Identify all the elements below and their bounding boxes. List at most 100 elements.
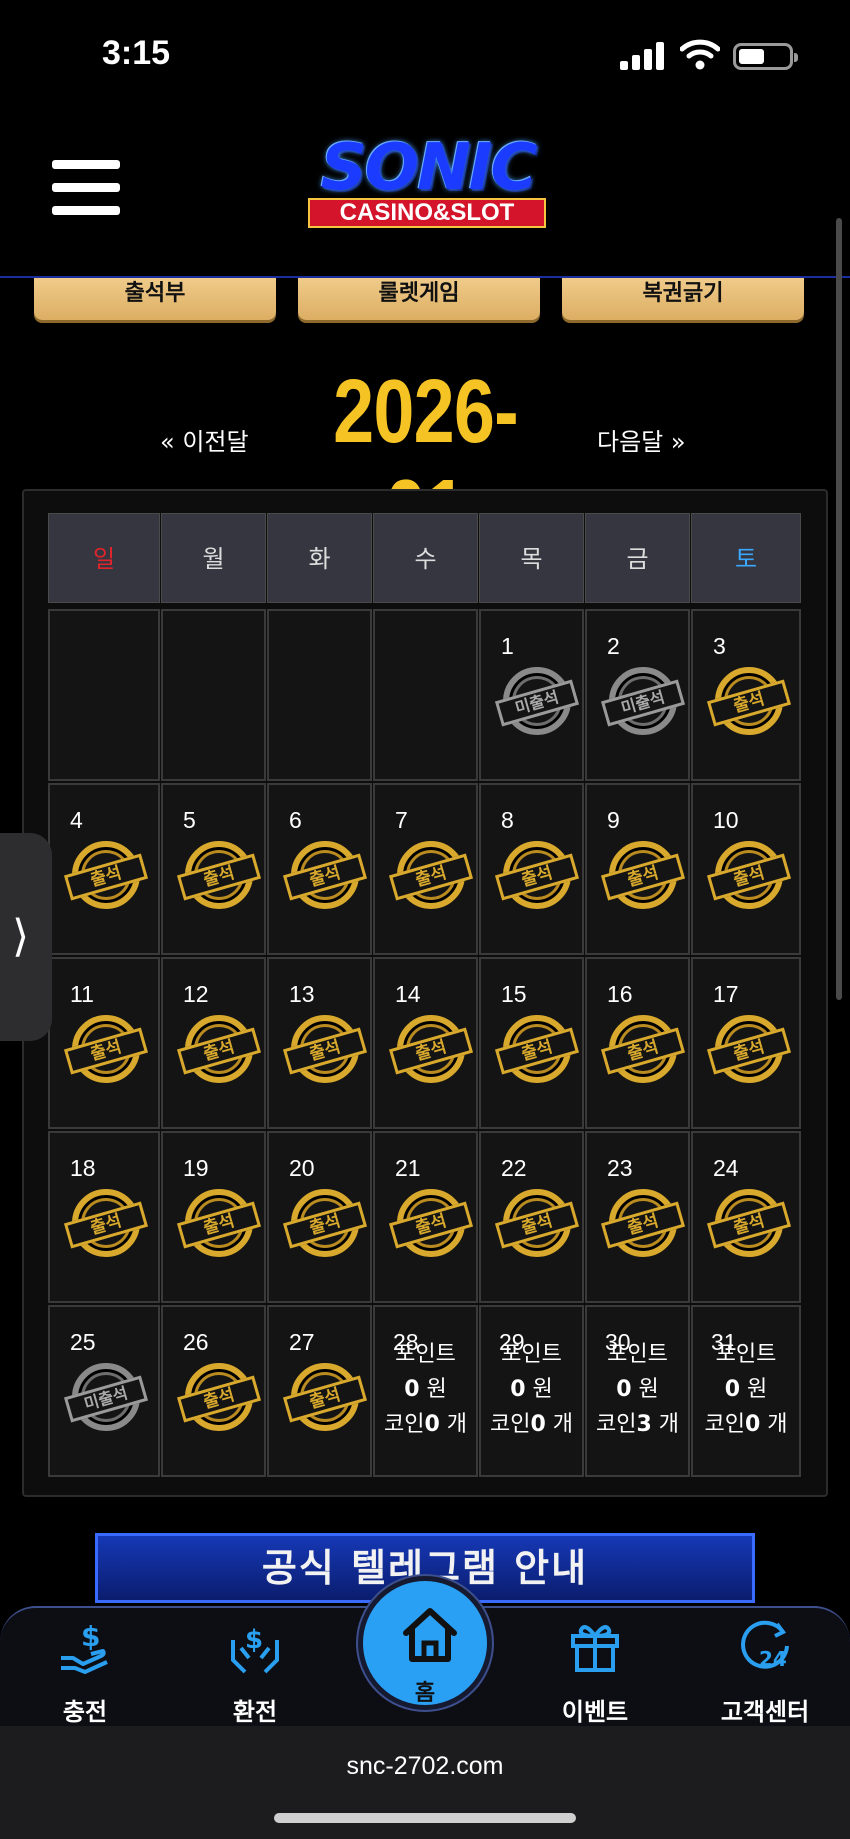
calendar-day-cell[interactable]: 24 출석 bbox=[691, 1131, 801, 1303]
page-scrollbar[interactable] bbox=[836, 218, 842, 1000]
calendar-day-cell[interactable]: 28 포인트 0 원 코인0 개 bbox=[373, 1305, 478, 1477]
stamp-label: 출석 bbox=[282, 1027, 368, 1075]
hamburger-menu-icon[interactable] bbox=[52, 160, 120, 218]
attendance-calendar: 일 월 화 수 목 금 토 1 미출석 2 미출석 3 출석 4 출석 5 출석 6 출석 7 출석 8 출석 9 출석 10 출석… bbox=[22, 489, 828, 1497]
home-icon bbox=[403, 1608, 457, 1662]
calendar-day-cell[interactable]: 17 출석 bbox=[691, 957, 801, 1129]
attendance-stamp-icon: 출석 bbox=[388, 1189, 474, 1257]
calendar-day-cell[interactable]: 7 출석 bbox=[373, 783, 478, 955]
nav-support[interactable]: 24 고객센터 bbox=[700, 1608, 830, 1728]
calendar-day-cell[interactable]: 18 출석 bbox=[48, 1131, 160, 1303]
attendance-stamp-icon: 출석 bbox=[600, 1189, 686, 1257]
svg-text:$: $ bbox=[81, 1620, 100, 1653]
side-drawer-handle[interactable]: ⟩ bbox=[0, 833, 52, 1041]
stamp-label: 출석 bbox=[494, 853, 580, 901]
weekday-header: 화 bbox=[267, 513, 372, 603]
day-number: 12 bbox=[183, 981, 209, 1007]
calendar-day-cell[interactable]: 22 출석 bbox=[479, 1131, 584, 1303]
calendar-day-cell[interactable]: 12 출석 bbox=[161, 957, 266, 1129]
tab-lottery[interactable]: 복권긁기 bbox=[562, 278, 804, 320]
tab-roulette[interactable]: 룰렛게임 bbox=[298, 278, 540, 320]
weekday-header: 토 bbox=[691, 513, 801, 603]
calendar-day-cell[interactable]: 2 미출석 bbox=[585, 609, 690, 781]
calendar-day-cell[interactable]: 30 포인트 0 원 코인3 개 bbox=[585, 1305, 690, 1477]
url-text: snc-2702.com bbox=[346, 1752, 504, 1780]
calendar-day-cell[interactable]: 20 출석 bbox=[267, 1131, 372, 1303]
stamp-label: 출석 bbox=[706, 1027, 792, 1075]
attendance-stamp-icon: 출석 bbox=[63, 841, 149, 909]
calendar-day-cell[interactable]: 5 출석 bbox=[161, 783, 266, 955]
prev-month-link[interactable]: « 이전달 bbox=[160, 422, 249, 457]
calendar-day-cell[interactable]: 23 출석 bbox=[585, 1131, 690, 1303]
calendar-day-cell[interactable]: 3 출석 bbox=[691, 609, 801, 781]
calendar-day-cell[interactable]: 8 출석 bbox=[479, 783, 584, 955]
daily-reward-info: 포인트 0 원 코인0 개 bbox=[481, 1337, 582, 1442]
calendar-day-cell bbox=[373, 609, 478, 781]
calendar-day-cell[interactable]: 21 출석 bbox=[373, 1131, 478, 1303]
day-number: 22 bbox=[501, 1155, 527, 1181]
calendar-day-cell[interactable]: 10 출석 bbox=[691, 783, 801, 955]
nav-withdraw[interactable]: $ 환전 bbox=[190, 1608, 320, 1728]
stamp-label: 출석 bbox=[600, 1027, 686, 1075]
calendar-day-cell[interactable]: 29 포인트 0 원 코인0 개 bbox=[479, 1305, 584, 1477]
stamp-label: 출석 bbox=[494, 1027, 580, 1075]
stamp-label: 미출석 bbox=[63, 1375, 149, 1423]
calendar-day-cell[interactable]: 1 미출석 bbox=[479, 609, 584, 781]
reward-coin-label: 코인 bbox=[489, 1412, 531, 1437]
calendar-day-cell bbox=[267, 609, 372, 781]
calendar-day-cell[interactable]: 13 출석 bbox=[267, 957, 372, 1129]
attendance-stamp-icon: 출석 bbox=[282, 1189, 368, 1257]
attendance-stamp-icon: 출석 bbox=[388, 1015, 474, 1083]
calendar-day-cell[interactable]: 31 포인트 0 원 코인0 개 bbox=[691, 1305, 801, 1477]
stamp-label: 출석 bbox=[600, 1201, 686, 1249]
reward-won-unit: 원 bbox=[532, 1377, 553, 1402]
next-month-link[interactable]: 다음달 » bbox=[597, 422, 686, 457]
calendar-day-cell[interactable]: 25 미출석 bbox=[48, 1305, 160, 1477]
calendar-day-cell[interactable]: 15 출석 bbox=[479, 957, 584, 1129]
day-number: 16 bbox=[607, 981, 633, 1007]
home-indicator[interactable] bbox=[274, 1813, 576, 1823]
tab-attendance[interactable]: 출석부 bbox=[34, 278, 276, 320]
stamp-label: 출석 bbox=[63, 1201, 149, 1249]
absent-stamp-icon: 미출석 bbox=[600, 667, 686, 735]
day-number: 21 bbox=[395, 1155, 421, 1181]
nav-deposit[interactable]: $ 충전 bbox=[20, 1608, 150, 1728]
calendar-day-cell[interactable]: 16 출석 bbox=[585, 957, 690, 1129]
support-24-icon: 24 bbox=[741, 1620, 789, 1671]
attendance-stamp-icon: 출석 bbox=[63, 1189, 149, 1257]
calendar-day-cell[interactable]: 4 출석 bbox=[48, 783, 160, 955]
status-bar: 3:15 bbox=[0, 0, 850, 110]
attendance-stamp-icon: 출석 bbox=[706, 841, 792, 909]
site-logo[interactable]: SONIC CASINO&SLOT bbox=[286, 136, 570, 236]
nav-home-label: 홈 bbox=[414, 1681, 436, 1706]
nav-event[interactable]: 이벤트 bbox=[530, 1608, 660, 1728]
day-number: 5 bbox=[183, 807, 196, 833]
day-number: 24 bbox=[713, 1155, 739, 1181]
reward-coins-value: 3 bbox=[636, 1412, 652, 1437]
reward-coin-label: 코인 bbox=[383, 1412, 425, 1437]
calendar-day-cell[interactable]: 27 출석 bbox=[267, 1305, 372, 1477]
reward-coins-value: 0 bbox=[530, 1412, 546, 1437]
attendance-stamp-icon: 출석 bbox=[600, 1015, 686, 1083]
day-number: 2 bbox=[607, 633, 620, 659]
stamp-label: 미출석 bbox=[600, 679, 686, 727]
stamp-label: 출석 bbox=[706, 679, 792, 727]
reward-point-label: 포인트 bbox=[607, 1342, 668, 1367]
attendance-stamp-icon: 출석 bbox=[282, 841, 368, 909]
svg-text:$: $ bbox=[245, 1625, 263, 1655]
calendar-day-cell[interactable]: 6 출석 bbox=[267, 783, 372, 955]
weekday-header: 수 bbox=[373, 513, 478, 603]
calendar-day-cell[interactable]: 14 출석 bbox=[373, 957, 478, 1129]
stamp-label: 출석 bbox=[706, 1201, 792, 1249]
attendance-stamp-icon: 출석 bbox=[494, 841, 580, 909]
reward-coin-unit: 개 bbox=[767, 1412, 788, 1437]
browser-url-bar[interactable]: snc-2702.com bbox=[0, 1726, 850, 1839]
calendar-day-cell[interactable]: 11 출석 bbox=[48, 957, 160, 1129]
calendar-day-cell[interactable]: 26 출석 bbox=[161, 1305, 266, 1477]
calendar-day-cell[interactable]: 19 출석 bbox=[161, 1131, 266, 1303]
reward-points-value: 0 bbox=[724, 1377, 741, 1402]
calendar-day-cell[interactable]: 9 출석 bbox=[585, 783, 690, 955]
attendance-stamp-icon: 출석 bbox=[63, 1015, 149, 1083]
nav-home-button[interactable]: 홈 bbox=[358, 1576, 492, 1710]
deposit-icon: $ bbox=[61, 1620, 108, 1674]
